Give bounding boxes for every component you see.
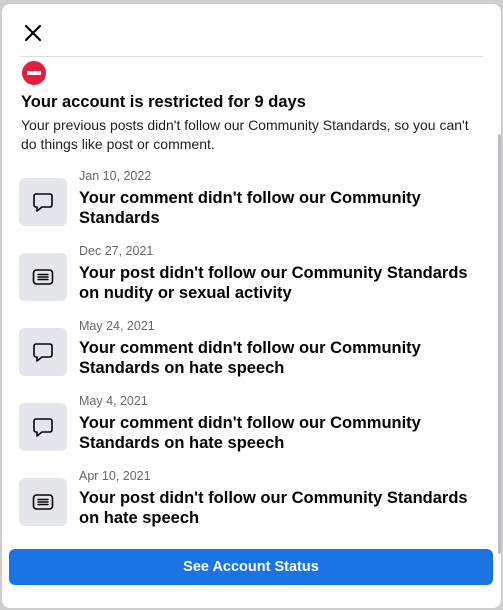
restriction-title: Your account is restricted for 9 days — [21, 93, 306, 111]
violation-item[interactable]: Jan 10, 2022 Your comment didn't follow … — [19, 168, 479, 238]
violation-date: Apr 10, 2021 — [79, 469, 151, 483]
see-account-status-button[interactable]: See Account Status — [9, 549, 493, 585]
comment-icon-box — [19, 178, 67, 226]
comment-icon — [33, 343, 53, 362]
post-icon-box — [19, 253, 67, 301]
post-icon-box — [19, 478, 67, 526]
violation-item[interactable]: May 24, 2021 Your comment didn't follow … — [19, 318, 479, 388]
violation-text: Your post didn't follow our Community St… — [79, 264, 468, 302]
restriction-dialog: Your account is restricted for 9 days Yo… — [2, 4, 501, 608]
violation-text: Your comment didn't follow our Community… — [79, 414, 421, 452]
violation-date: Dec 27, 2021 — [79, 244, 154, 258]
post-icon — [32, 494, 54, 510]
restriction-description: Your previous posts didn't follow our Co… — [21, 117, 469, 152]
violation-date: May 24, 2021 — [79, 319, 155, 333]
comment-icon — [33, 418, 53, 437]
violation-date: Jan 10, 2022 — [79, 169, 152, 183]
close-button[interactable] — [18, 18, 48, 48]
violation-item[interactable]: May 4, 2021 Your comment didn't follow o… — [19, 393, 479, 463]
violation-item[interactable]: Dec 27, 2021 Your post didn't follow our… — [19, 243, 479, 313]
header-divider — [20, 56, 483, 57]
violation-item[interactable]: Apr 10, 2021 Your post didn't follow our… — [19, 468, 479, 527]
close-icon — [24, 24, 42, 42]
post-icon — [32, 269, 54, 285]
violation-text: Your comment didn't follow our Community… — [79, 339, 421, 377]
scrollbar[interactable] — [498, 134, 501, 554]
comment-icon-box — [19, 328, 67, 376]
comment-icon — [33, 193, 53, 212]
violation-text: Your comment didn't follow our Community… — [79, 189, 421, 227]
violation-list: Jan 10, 2022 Your comment didn't follow … — [2, 168, 501, 527]
restricted-icon — [22, 61, 46, 85]
violation-text: Your post didn't follow our Community St… — [79, 489, 468, 527]
violation-date: May 4, 2021 — [79, 394, 148, 408]
comment-icon-box — [19, 403, 67, 451]
